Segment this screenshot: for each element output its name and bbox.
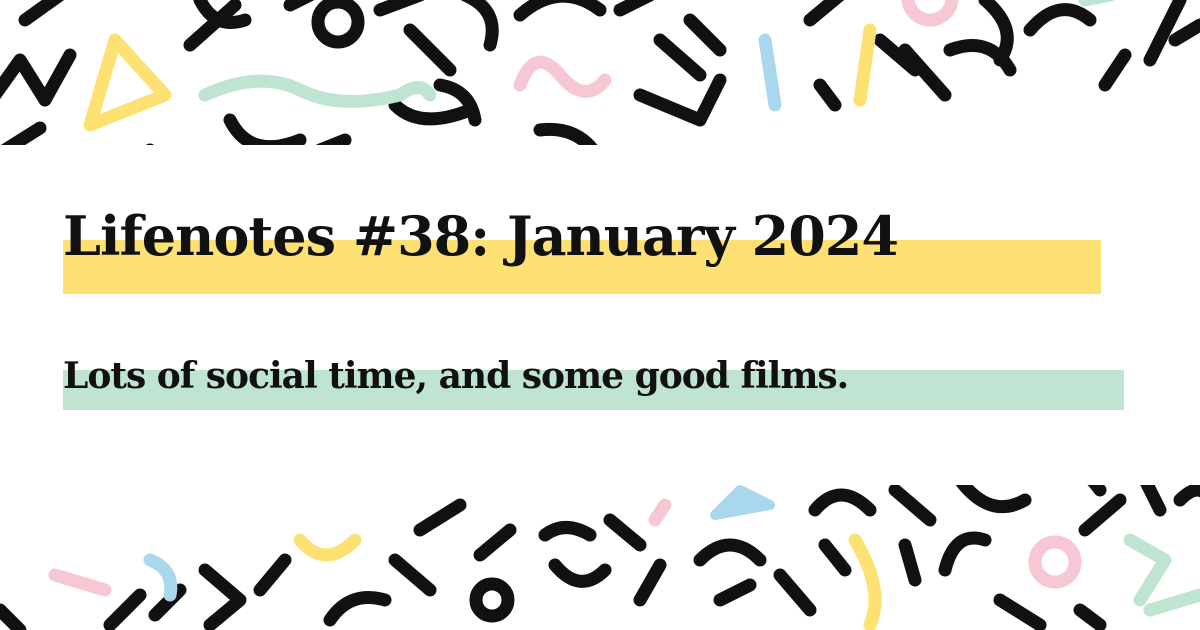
social-card: Lifenotes #38: January 2024 Lots of soci… [0, 0, 1200, 630]
post-title: Lifenotes #38: January 2024 [63, 204, 899, 268]
memphis-confetti-pattern [0, 0, 1200, 630]
title-block: Lifenotes #38: January 2024 [63, 196, 1103, 296]
subtitle-block: Lots of social time, and some good films… [63, 348, 1133, 412]
bottom-pattern-band [0, 461, 1200, 630]
post-subtitle: Lots of social time, and some good films… [63, 355, 849, 397]
